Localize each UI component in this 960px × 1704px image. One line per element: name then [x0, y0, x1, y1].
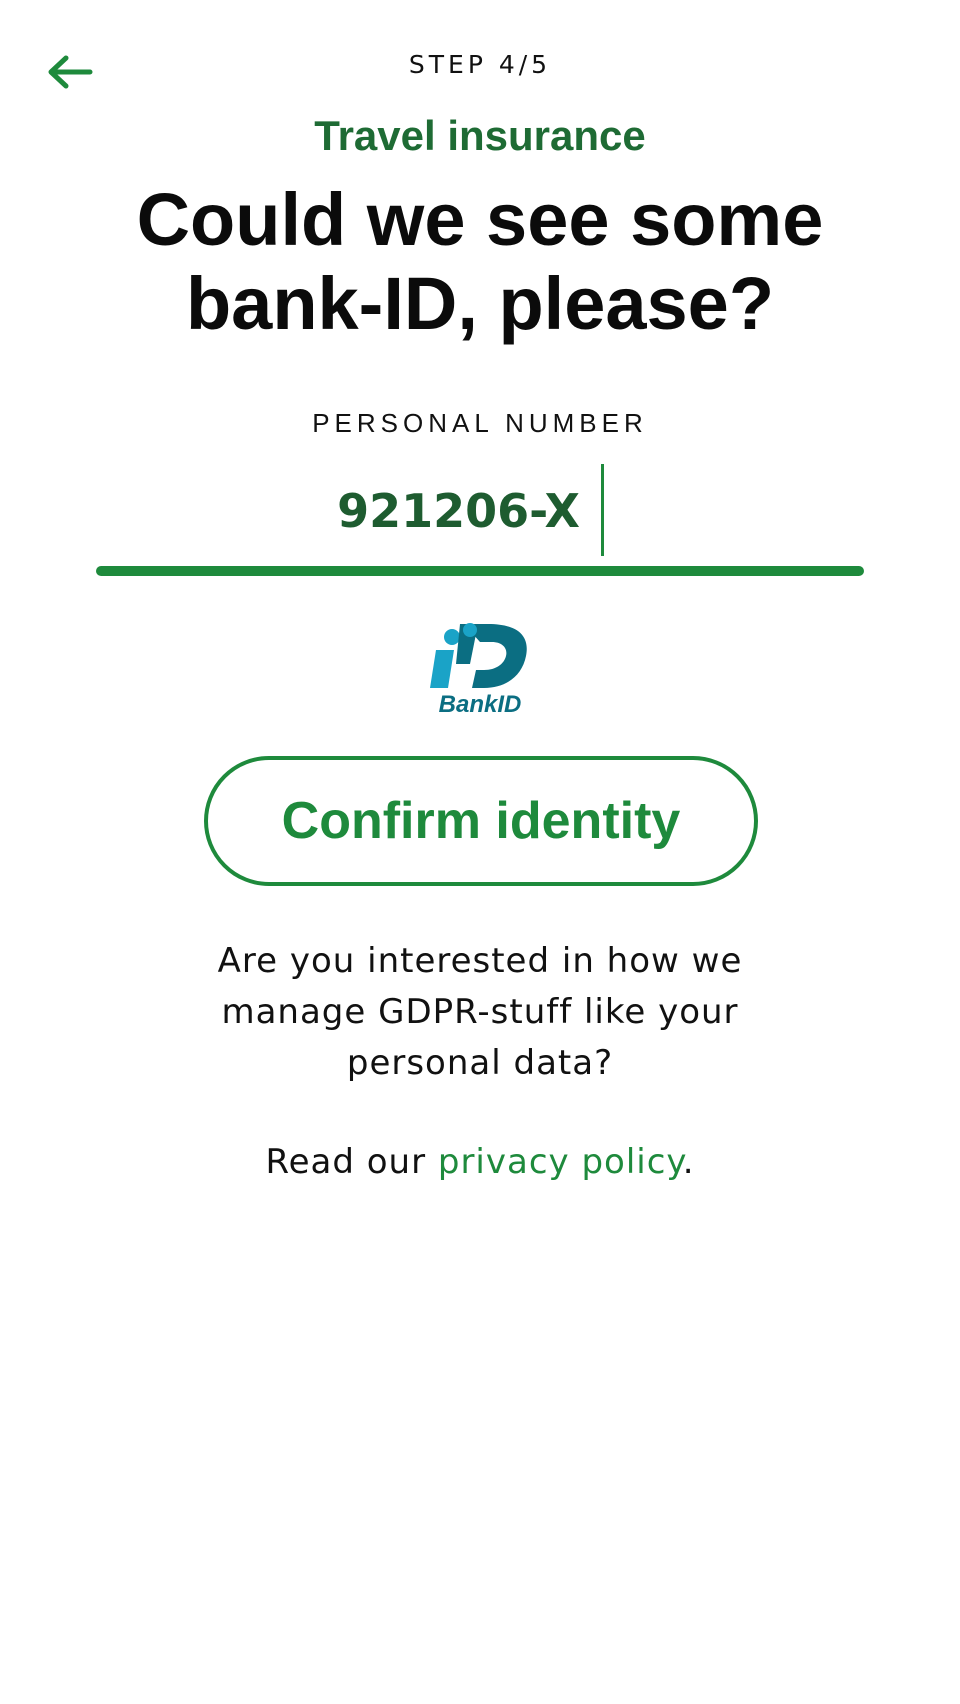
bankid-wordmark: BankID — [439, 691, 522, 716]
gdpr-question: Are you interested in how we manage GDPR… — [217, 941, 743, 1083]
bankid-logo: BankID — [426, 612, 534, 718]
privacy-suffix: . — [682, 1142, 695, 1182]
personal-number-label: PERSONAL NUMBER — [312, 408, 648, 438]
personal-number-field[interactable]: 921206-X — [96, 460, 864, 576]
privacy-policy-link[interactable]: privacy policy — [438, 1142, 683, 1182]
page-title: Could we see some bank-ID, please? — [136, 178, 824, 345]
privacy-prefix: Read our — [265, 1142, 438, 1182]
confirm-identity-button[interactable]: Confirm identity — [204, 756, 758, 886]
field-underline — [96, 566, 864, 576]
step-indicator: STEP 4/5 — [408, 50, 552, 79]
text-caret — [601, 464, 604, 556]
privacy-policy-line: Read our privacy policy. — [0, 1142, 960, 1182]
page-subtitle: Travel insurance — [314, 112, 646, 159]
personal-number-value[interactable]: 921206-X — [96, 484, 580, 538]
